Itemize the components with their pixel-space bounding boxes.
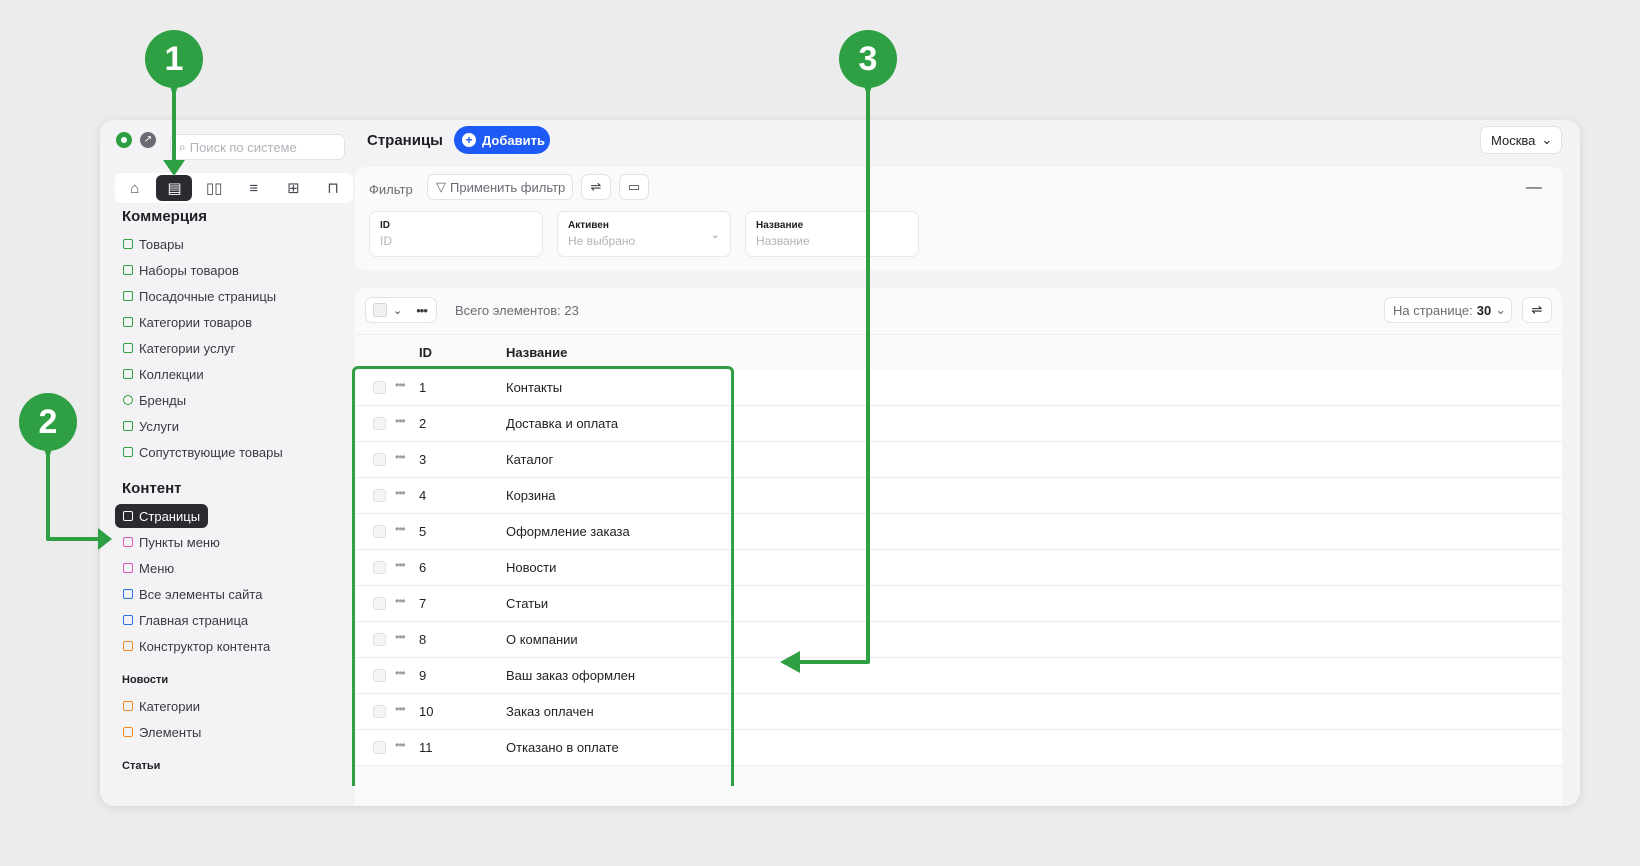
annotation-arrows — [46, 84, 870, 673]
arrow-3-line — [796, 84, 870, 664]
marker-1: 1 — [145, 30, 203, 98]
arrow-1-head — [163, 160, 185, 176]
marker-2: 2 — [19, 393, 77, 461]
arrow-2-head — [98, 528, 112, 550]
marker-3: 3 — [839, 30, 897, 98]
arrow-3-head — [780, 651, 800, 673]
